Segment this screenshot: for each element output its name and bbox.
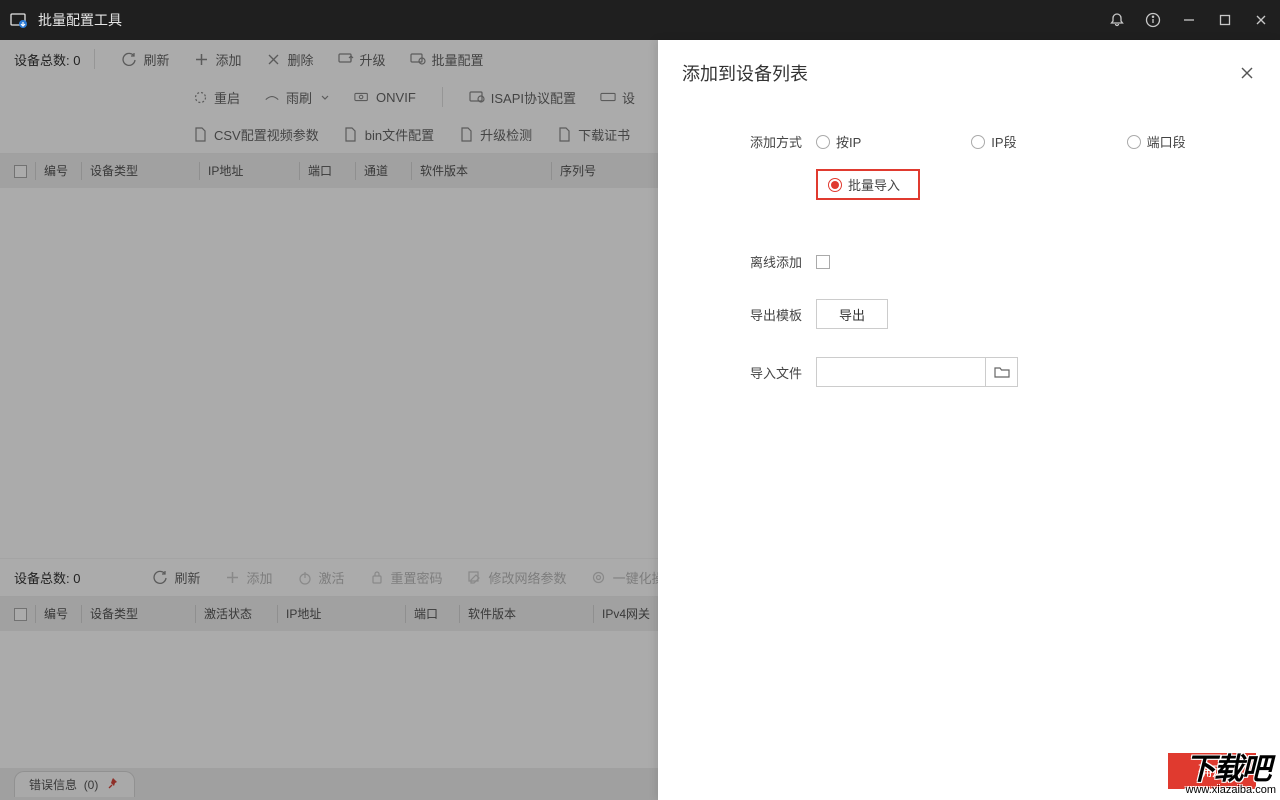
lock-icon: [369, 570, 385, 586]
radio-ip-range[interactable]: IP段: [971, 132, 1016, 151]
offline-add-label: 离线添加: [738, 252, 802, 271]
separator: [94, 49, 95, 69]
onekey-button[interactable]: 一键化操: [591, 568, 665, 587]
csv-config-button[interactable]: CSV配置视频参数: [192, 125, 319, 144]
col-device-type: 设备类型: [81, 162, 199, 180]
col-port: 端口: [405, 605, 459, 623]
col-port: 端口: [299, 162, 355, 180]
watermark-url: www.xiazaiba.com: [1186, 784, 1276, 796]
plus-icon: [225, 570, 241, 586]
col-index: 编号: [35, 605, 81, 623]
upgrade-check-button[interactable]: 升级检测: [458, 125, 532, 144]
close-button[interactable]: [1252, 11, 1270, 29]
refresh-icon: [121, 51, 137, 67]
add-method-radio-group: 按IP IP段 端口段: [816, 132, 1186, 151]
dialog-header: 添加到设备列表: [658, 40, 1280, 102]
upgrade-icon: [338, 51, 354, 67]
radio-batch-import[interactable]: 批量导入: [828, 175, 900, 194]
error-info-label: 错误信息 (0): [29, 776, 98, 793]
minimize-button[interactable]: [1180, 11, 1198, 29]
add-method-row: 添加方式 按IP IP段 端口段: [738, 132, 1240, 151]
lower-refresh-button[interactable]: 刷新: [152, 568, 200, 587]
browse-file-button[interactable]: [986, 357, 1018, 387]
col-ip: IP地址: [199, 162, 299, 180]
batch-import-highlight: 批量导入: [816, 169, 920, 200]
add-device-dialog: 添加到设备列表 添加方式 按IP IP段 端口段 批量导入 离线添加 导出模板 …: [658, 40, 1280, 800]
delete-icon: [266, 51, 282, 67]
file-icon: [343, 127, 359, 143]
info-icon[interactable]: [1144, 11, 1162, 29]
reset-password-button[interactable]: 重置密码: [369, 568, 443, 587]
radio-by-ip[interactable]: 按IP: [816, 132, 861, 151]
more-button[interactable]: 设: [600, 88, 635, 107]
radio-port-range[interactable]: 端口段: [1127, 132, 1186, 151]
import-file-label: 导入文件: [738, 363, 802, 382]
dialog-close-button[interactable]: [1238, 64, 1256, 82]
batch-config-icon: [410, 51, 426, 67]
offline-add-checkbox[interactable]: [816, 255, 830, 269]
error-info-tab[interactable]: 错误信息 (0): [14, 771, 135, 797]
file-icon: [556, 127, 572, 143]
col-software-version: 软件版本: [411, 162, 551, 180]
plus-icon: [194, 51, 210, 67]
col-ip: IP地址: [277, 605, 405, 623]
add-method-label: 添加方式: [738, 132, 802, 151]
modify-network-button[interactable]: 修改网络参数: [467, 568, 567, 587]
dialog-body: 添加方式 按IP IP段 端口段 批量导入 离线添加 导出模板 导出 导入文件: [658, 102, 1280, 742]
onvif-icon: [354, 89, 370, 105]
export-button[interactable]: 导出: [816, 299, 888, 329]
watermark-text: 下载吧: [1186, 744, 1276, 788]
download-cert-button[interactable]: 下载证书: [556, 125, 630, 144]
col-device-type: 设备类型: [81, 605, 195, 623]
folder-icon: [994, 365, 1010, 379]
refresh-button[interactable]: 刷新: [121, 50, 169, 69]
file-icon: [458, 127, 474, 143]
col-software-version: 软件版本: [459, 605, 593, 623]
upgrade-button[interactable]: 升级: [338, 50, 386, 69]
bell-icon[interactable]: [1108, 11, 1126, 29]
isapi-button[interactable]: ISAPI协议配置: [469, 88, 576, 107]
lower-add-button[interactable]: 添加: [225, 568, 273, 587]
keyboard-icon: [600, 89, 616, 105]
export-template-row: 导出模板 导出: [738, 299, 1240, 329]
wiper-button[interactable]: 雨刷: [264, 88, 330, 107]
wiper-icon: [264, 89, 280, 105]
offline-add-row: 离线添加: [738, 252, 1240, 271]
import-file-input[interactable]: [816, 357, 986, 387]
lower-device-count: 设备总数: 0: [14, 568, 80, 587]
maximize-button[interactable]: [1216, 11, 1234, 29]
col-channel: 通道: [355, 162, 411, 180]
upper-device-count: 设备总数: 0: [14, 50, 80, 69]
gear-icon: [591, 570, 607, 586]
export-template-label: 导出模板: [738, 305, 802, 324]
onvif-button[interactable]: ONVIF: [354, 89, 416, 105]
delete-button[interactable]: 删除: [266, 50, 314, 69]
app-title: 批量配置工具: [38, 10, 1108, 30]
refresh-icon: [152, 570, 168, 586]
reboot-icon: [192, 89, 208, 105]
separator: [442, 87, 443, 107]
col-index: 编号: [35, 162, 81, 180]
activate-button[interactable]: 激活: [297, 568, 345, 587]
col-activation: 激活状态: [195, 605, 277, 623]
import-file-row: 导入文件: [738, 357, 1240, 387]
dialog-title: 添加到设备列表: [682, 60, 808, 86]
add-method-row2: 批量导入: [738, 169, 1240, 200]
watermark: 下载吧 www.xiazaiba.com: [1186, 744, 1276, 796]
isapi-icon: [469, 89, 485, 105]
batch-config-button[interactable]: 批量配置: [410, 50, 484, 69]
reboot-button[interactable]: 重启: [192, 88, 240, 107]
select-all-checkbox[interactable]: [14, 165, 27, 178]
add-button[interactable]: 添加: [194, 50, 242, 69]
titlebar: 批量配置工具: [0, 0, 1280, 40]
edit-icon: [467, 570, 483, 586]
chevron-down-icon: [320, 90, 330, 105]
app-icon: [10, 11, 28, 29]
bin-config-button[interactable]: bin文件配置: [343, 125, 434, 144]
pin-icon[interactable]: [108, 777, 120, 792]
select-all-checkbox[interactable]: [14, 608, 27, 621]
activate-icon: [297, 570, 313, 586]
file-icon: [192, 127, 208, 143]
